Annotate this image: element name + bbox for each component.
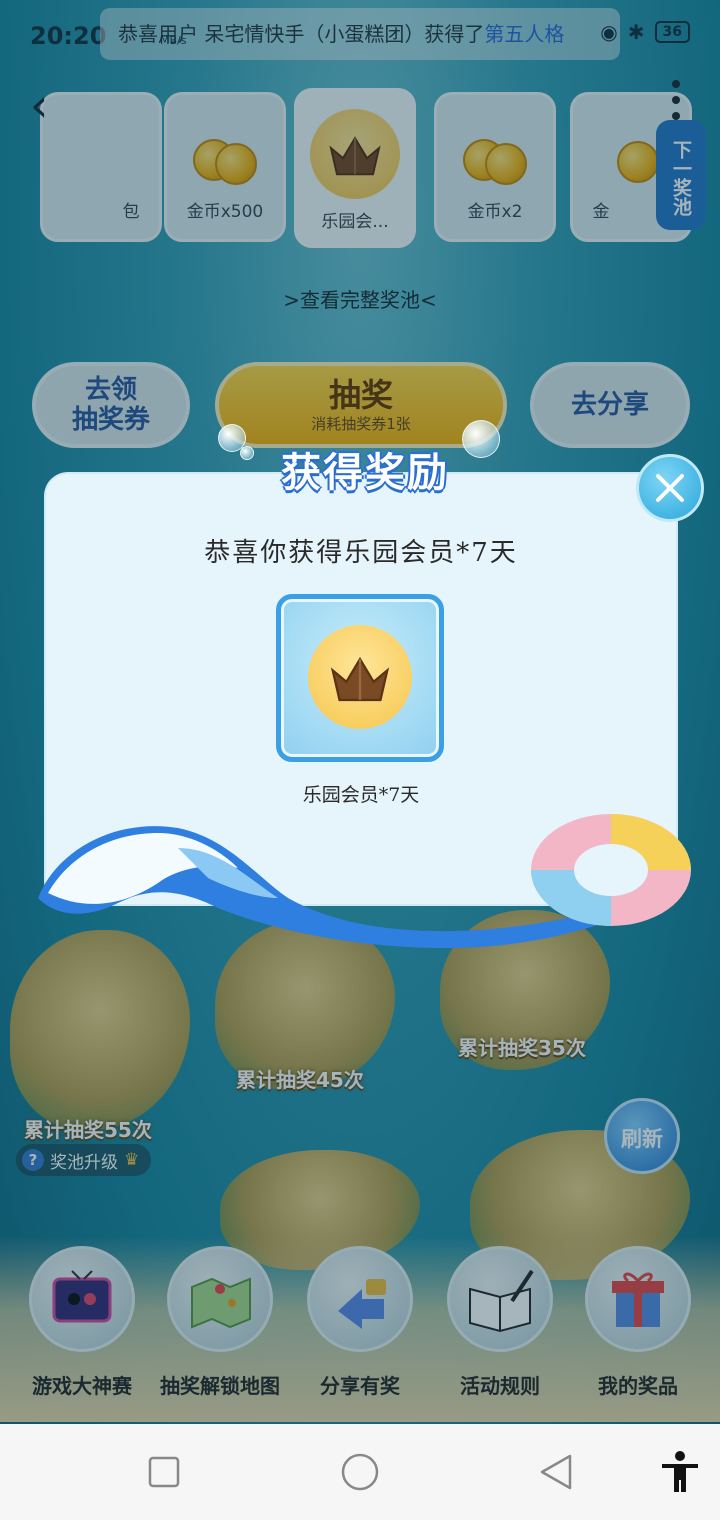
close-icon[interactable] [636,454,704,522]
reward-name: 乐园会员*7天 [302,784,420,806]
reward-item [276,594,444,762]
back-nav-icon[interactable] [538,1454,574,1494]
system-nav-bar [0,1424,720,1520]
swim-ring-icon [531,814,691,926]
modal-title: 获得奖励 [281,450,449,496]
accessibility-icon[interactable] [660,1450,700,1498]
reward-modal: 获得奖励 恭喜你获得乐园会员*7天 乐园会员*7天 [0,0,720,1424]
app-screen: 20:20 恭喜用户 呆宅情快手（小蛋糕团）获得了第五人格 MB/s ◉ ✱ 3… [0,0,720,1424]
home-icon[interactable] [340,1452,380,1496]
recent-apps-icon[interactable] [148,1456,180,1492]
crown-icon [308,625,412,729]
reward-message: 恭喜你获得乐园会员*7天 [204,538,518,568]
